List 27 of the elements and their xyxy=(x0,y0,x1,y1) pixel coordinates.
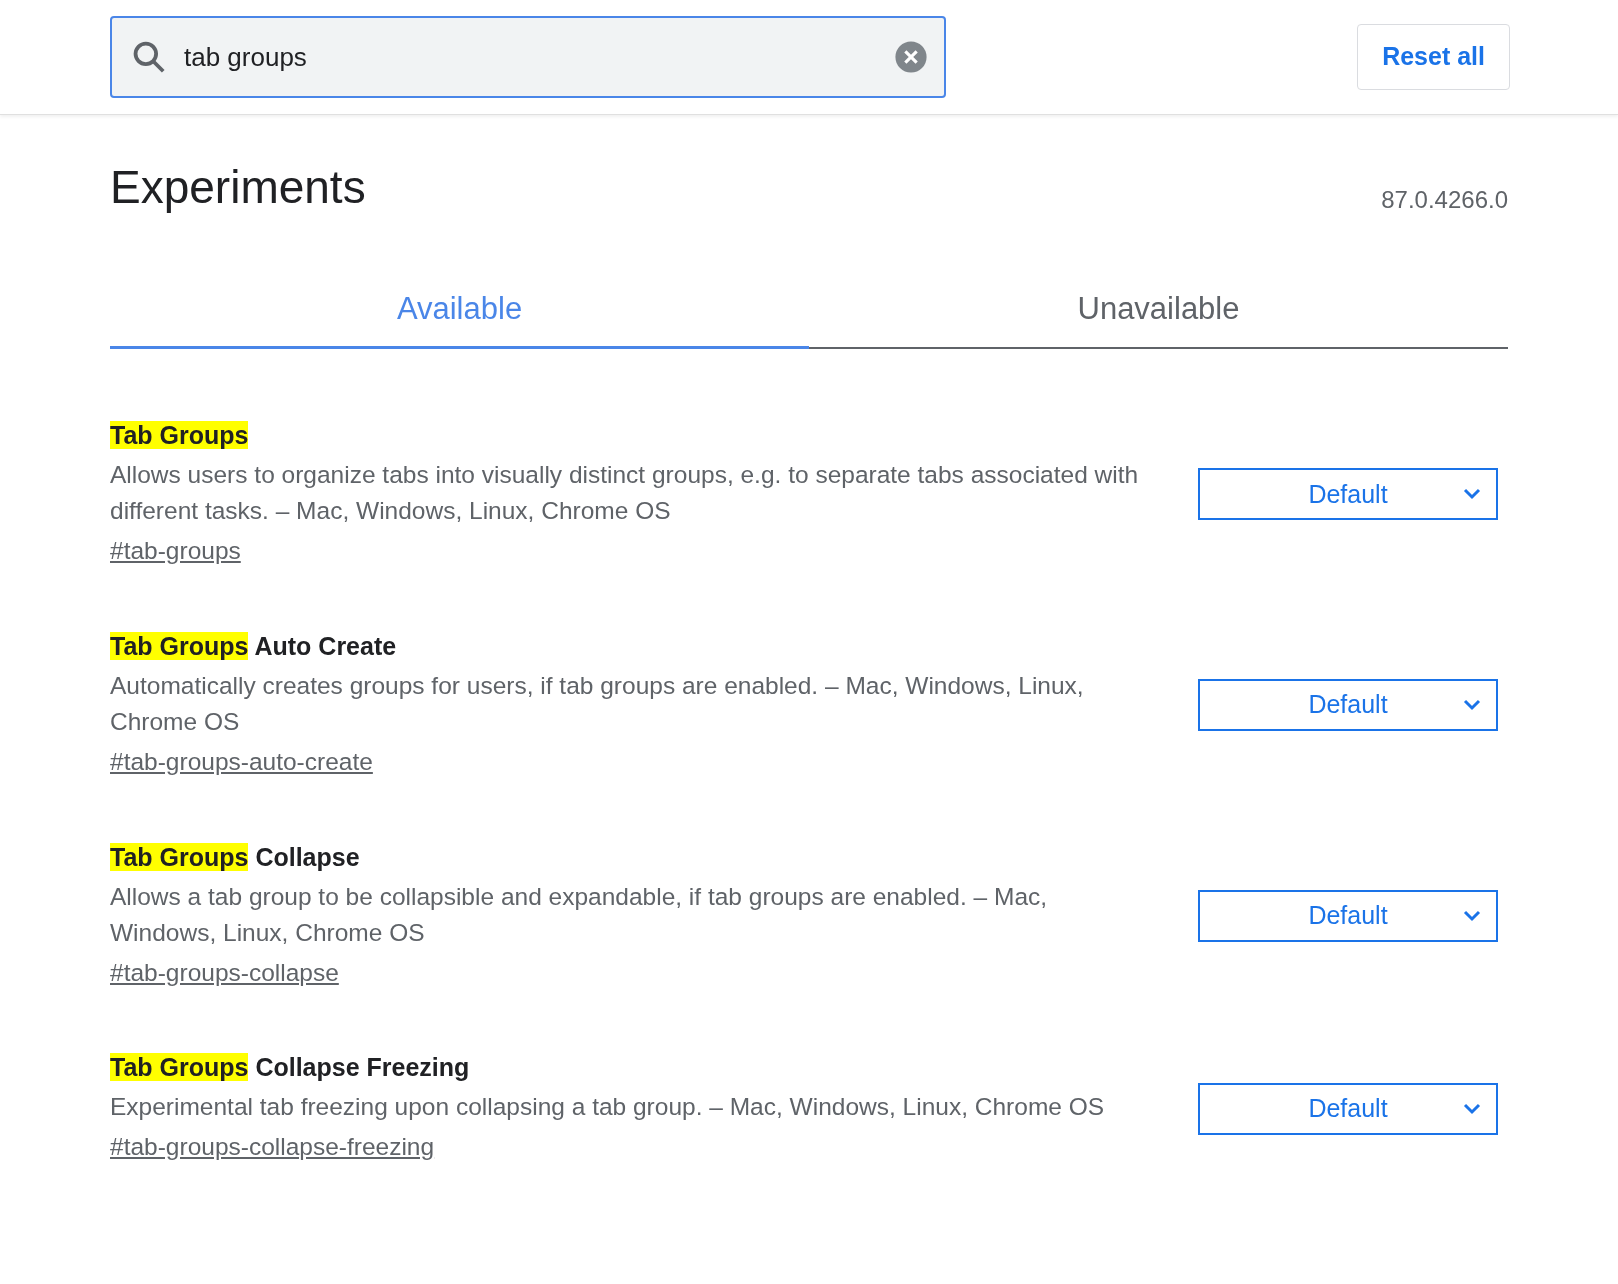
experiment-link[interactable]: #tab-groups-auto-create xyxy=(110,743,373,781)
tab[interactable]: Unavailable xyxy=(809,272,1508,349)
experiment-description: Automatically creates groups for users, if tab groups are enabled. – Mac, Windows, Linux, Chrome OS xyxy=(110,670,1085,737)
experiment-title: Tab Groups Auto Create xyxy=(110,630,398,662)
experiment-link[interactable]: #tab-groups-collapse-freezing xyxy=(110,1129,435,1166)
search-field[interactable]: tab groups xyxy=(110,16,946,98)
experiment-description: Allows users to organize tabs into visually distinct groups, e.g. to separate tabs associated with different tasks. – Mac, Windows, Linux, Chrome OS xyxy=(110,460,1140,526)
chevron-down-icon xyxy=(1462,698,1482,713)
state-dropdown[interactable]: Default xyxy=(1198,1082,1498,1135)
experiment-title: Tab Groups Collapse Freezing xyxy=(110,1052,471,1084)
tab[interactable]: Available xyxy=(110,272,809,349)
page-title: Experiments xyxy=(110,160,366,215)
reset-all-button[interactable]: Reset all xyxy=(1357,24,1510,90)
state-dropdown[interactable]: Default xyxy=(1198,468,1498,521)
chevron-down-icon xyxy=(1462,487,1482,502)
experiment-description: Experimental tab freezing upon collapsing a tab group. – Mac, Windows, Linux, Chrome OS xyxy=(110,1092,1106,1123)
experiment-link[interactable]: #tab-groups xyxy=(110,533,241,570)
state-dropdown[interactable]: Default xyxy=(1198,889,1498,942)
chevron-down-icon xyxy=(1462,1101,1482,1116)
clear-icon[interactable] xyxy=(894,40,928,74)
experiment-link[interactable]: #tab-groups-collapse xyxy=(110,954,339,992)
experiment-title: Tab Groups Collapse xyxy=(110,841,361,873)
state-dropdown[interactable]: Default xyxy=(1198,679,1498,732)
experiment-title: Tab Groups xyxy=(110,420,250,451)
chevron-down-icon xyxy=(1462,908,1482,923)
experiment-description: Allows a tab group to be collapsible and expandable, if tab groups are enabled. – Mac, Windows, Linux, Chrome OS xyxy=(110,881,1049,948)
version-label: 87.0.4266.0 xyxy=(1381,185,1508,215)
